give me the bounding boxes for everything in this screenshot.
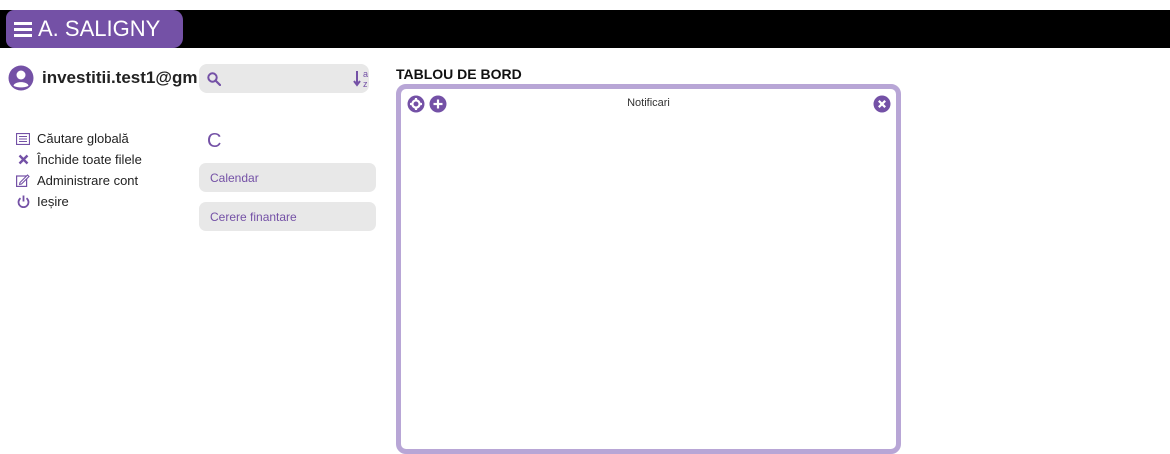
panel-cerere-finantare-button[interactable]: Cerere finantare [199,202,376,231]
side-menu: Căutare globală Închide toate filele Adm… [16,128,142,212]
user-email: investitii.test1@gm [42,68,198,87]
search-icon [207,71,221,86]
menu-item-global-search[interactable]: Căutare globală [16,128,142,149]
menu-item-label: Închide toate filele [37,152,142,167]
panel-calendar-button[interactable]: Calendar [199,163,376,192]
sort-az-icon[interactable]: a z [353,67,371,89]
menu-item-close-all-tabs[interactable]: Închide toate filele [16,149,142,170]
refresh-icon[interactable]: C [207,130,221,153]
menu-item-logout[interactable]: Ieșire [16,191,142,212]
user-info: investitii.test1@gm [8,65,198,91]
menu-item-label: Administrare cont [37,173,139,188]
svg-text:z: z [363,79,368,89]
top-bar: A. SALIGNY [0,10,1170,48]
edit-icon [16,174,30,188]
widget-title: Notificari [627,97,670,109]
brand-menu-button[interactable]: A. SALIGNY [6,10,183,48]
dashboard-title: TABLOU DE BORD [396,66,522,82]
search-input[interactable] [227,70,361,87]
menu-item-label: Căutare globală [37,131,129,146]
menu-item-account-admin[interactable]: Administrare cont [16,170,142,191]
svg-text:a: a [363,69,368,79]
menu-item-label: Ieșire [37,194,69,209]
brand-title: A. SALIGNY [38,16,161,41]
list-icon [16,132,30,146]
close-x-icon [16,153,30,167]
power-icon [16,195,30,209]
search-box[interactable] [199,64,369,93]
hamburger-icon [14,21,34,37]
close-icon[interactable] [873,95,891,113]
notifications-widget: Notificari [396,84,901,454]
user-avatar-icon [8,65,34,91]
